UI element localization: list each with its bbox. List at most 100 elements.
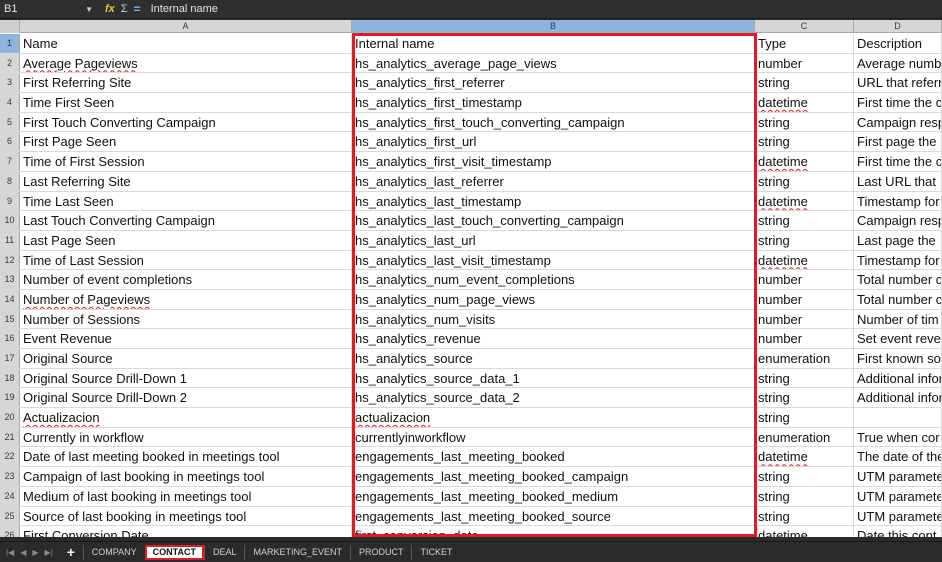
cell-a[interactable]: Number of event completions [20, 270, 352, 289]
cell-a[interactable]: Currently in workflow [20, 427, 352, 447]
cell-d[interactable]: First known so [854, 349, 942, 368]
cell-d[interactable]: Campaign resp [854, 211, 942, 230]
cell-d[interactable]: First page the [854, 132, 942, 152]
cell-c[interactable]: datetime [755, 526, 854, 537]
sheet-tab-marketing-event[interactable]: MARKETING_EVENT [244, 544, 350, 560]
cell-d[interactable]: Description [854, 34, 942, 53]
row-number[interactable]: 4 [0, 93, 20, 112]
cell-a[interactable]: Name [20, 34, 352, 53]
row-number[interactable]: 6 [0, 132, 20, 152]
cell-b[interactable]: first_conversion_date [352, 526, 755, 537]
sheet-tab-company[interactable]: COMPANY [82, 544, 145, 560]
cell-a[interactable]: Actualizacion [20, 408, 352, 427]
cell-d[interactable]: Additional infor [854, 388, 942, 408]
row-number[interactable]: 1 [0, 34, 20, 53]
cell-d[interactable]: Last page the [854, 230, 942, 250]
first-sheet-icon[interactable]: |◀ [6, 548, 14, 557]
cell-a[interactable]: Medium of last booking in meetings tool [20, 486, 352, 506]
row-number[interactable]: 22 [0, 447, 20, 467]
cell-c[interactable]: datetime [755, 152, 854, 171]
cell-a[interactable]: Date of last meeting booked in meetings … [20, 447, 352, 467]
cell-a[interactable]: First Conversion Date [20, 526, 352, 537]
row-number[interactable]: 9 [0, 191, 20, 211]
cell-b[interactable]: hs_analytics_first_touch_converting_camp… [352, 112, 755, 132]
sum-icon[interactable]: Σ [121, 3, 128, 15]
cell-b[interactable]: hs_analytics_source [352, 349, 755, 368]
cell-c[interactable]: string [755, 388, 854, 408]
cell-b[interactable]: hs_analytics_average_page_views [352, 53, 755, 73]
cell-a[interactable]: Last Touch Converting Campaign [20, 211, 352, 230]
cell-a[interactable]: Time of First Session [20, 152, 352, 171]
cell-d[interactable]: Total number c [854, 289, 942, 309]
cell-d[interactable]: URL that referr [854, 73, 942, 93]
cell-a[interactable]: Original Source Drill-Down 2 [20, 388, 352, 408]
cell-b[interactable]: engagements_last_meeting_booked [352, 447, 755, 467]
cell-b[interactable]: hs_analytics_num_visits [352, 309, 755, 329]
cell-a[interactable]: First Referring Site [20, 73, 352, 93]
prev-sheet-icon[interactable]: ◀ [20, 548, 26, 557]
equals-icon[interactable]: = [134, 2, 141, 16]
row-number[interactable]: 13 [0, 270, 20, 289]
cell-b[interactable]: hs_analytics_first_referrer [352, 73, 755, 93]
row-number[interactable]: 3 [0, 73, 20, 93]
sheet-tab-product[interactable]: PRODUCT [349, 544, 412, 560]
cell-b[interactable]: hs_analytics_last_referrer [352, 171, 755, 191]
name-box[interactable]: B1 ▼ [0, 1, 97, 18]
cell-a[interactable]: Original Source Drill-Down 1 [20, 368, 352, 388]
cell-a[interactable]: First Touch Converting Campaign [20, 112, 352, 132]
cell-c[interactable]: datetime [755, 447, 854, 467]
row-number[interactable]: 16 [0, 329, 20, 348]
cell-b[interactable]: hs_analytics_last_url [352, 230, 755, 250]
cell-c[interactable]: string [755, 132, 854, 152]
row-number[interactable]: 2 [0, 53, 20, 73]
row-number[interactable]: 20 [0, 408, 20, 427]
cell-b[interactable]: hs_analytics_last_visit_timestamp [352, 250, 755, 270]
row-number[interactable]: 5 [0, 112, 20, 132]
cell-c[interactable]: string [755, 171, 854, 191]
cell-d[interactable]: UTM paramete [854, 506, 942, 526]
row-number[interactable]: 17 [0, 349, 20, 368]
cell-d[interactable]: First time the c [854, 152, 942, 171]
select-all-corner[interactable] [0, 20, 20, 33]
cell-b[interactable]: currentlyinworkflow [352, 427, 755, 447]
cell-c[interactable]: string [755, 408, 854, 427]
add-sheet-icon[interactable]: + [65, 544, 77, 560]
cell-a[interactable]: Original Source [20, 349, 352, 368]
column-header-d[interactable]: D [854, 20, 942, 33]
cell-a[interactable]: Number of Sessions [20, 309, 352, 329]
row-number[interactable]: 19 [0, 388, 20, 408]
row-number[interactable]: 23 [0, 467, 20, 486]
cell-c[interactable]: number [755, 309, 854, 329]
cell-a[interactable]: Source of last booking in meetings tool [20, 506, 352, 526]
next-sheet-icon[interactable]: ▶ [32, 548, 38, 557]
cell-d[interactable]: Set event reve [854, 329, 942, 348]
cell-b[interactable]: engagements_last_meeting_booked_source [352, 506, 755, 526]
row-number[interactable]: 21 [0, 427, 20, 447]
sheet-tab-ticket[interactable]: TICKET [411, 544, 460, 560]
column-header-b[interactable]: B [352, 20, 755, 33]
row-number[interactable]: 11 [0, 230, 20, 250]
cell-b[interactable]: hs_analytics_num_page_views [352, 289, 755, 309]
cell-b[interactable]: hs_analytics_num_event_completions [352, 270, 755, 289]
row-number[interactable]: 10 [0, 211, 20, 230]
cell-d[interactable]: Timestamp for [854, 191, 942, 211]
cell-d[interactable]: UTM paramete [854, 486, 942, 506]
cell-d[interactable]: Average numb [854, 53, 942, 73]
row-number[interactable]: 12 [0, 250, 20, 270]
row-number[interactable]: 24 [0, 486, 20, 506]
row-number[interactable]: 14 [0, 289, 20, 309]
cell-c[interactable]: string [755, 506, 854, 526]
column-header-c[interactable]: C [755, 20, 854, 33]
cell-a[interactable]: Time Last Seen [20, 191, 352, 211]
row-number[interactable]: 18 [0, 368, 20, 388]
row-number[interactable]: 26 [0, 526, 20, 537]
cell-d[interactable] [854, 408, 942, 427]
cell-b[interactable]: hs_analytics_source_data_1 [352, 368, 755, 388]
cell-b[interactable]: actualizacion [352, 408, 755, 427]
cell-b[interactable]: hs_analytics_revenue [352, 329, 755, 348]
cell-b[interactable]: hs_analytics_last_timestamp [352, 191, 755, 211]
cell-a[interactable]: Time First Seen [20, 93, 352, 112]
cell-a[interactable]: Average Pageviews [20, 53, 352, 73]
cell-d[interactable]: First time the c [854, 93, 942, 112]
cell-d[interactable]: Number of tim [854, 309, 942, 329]
